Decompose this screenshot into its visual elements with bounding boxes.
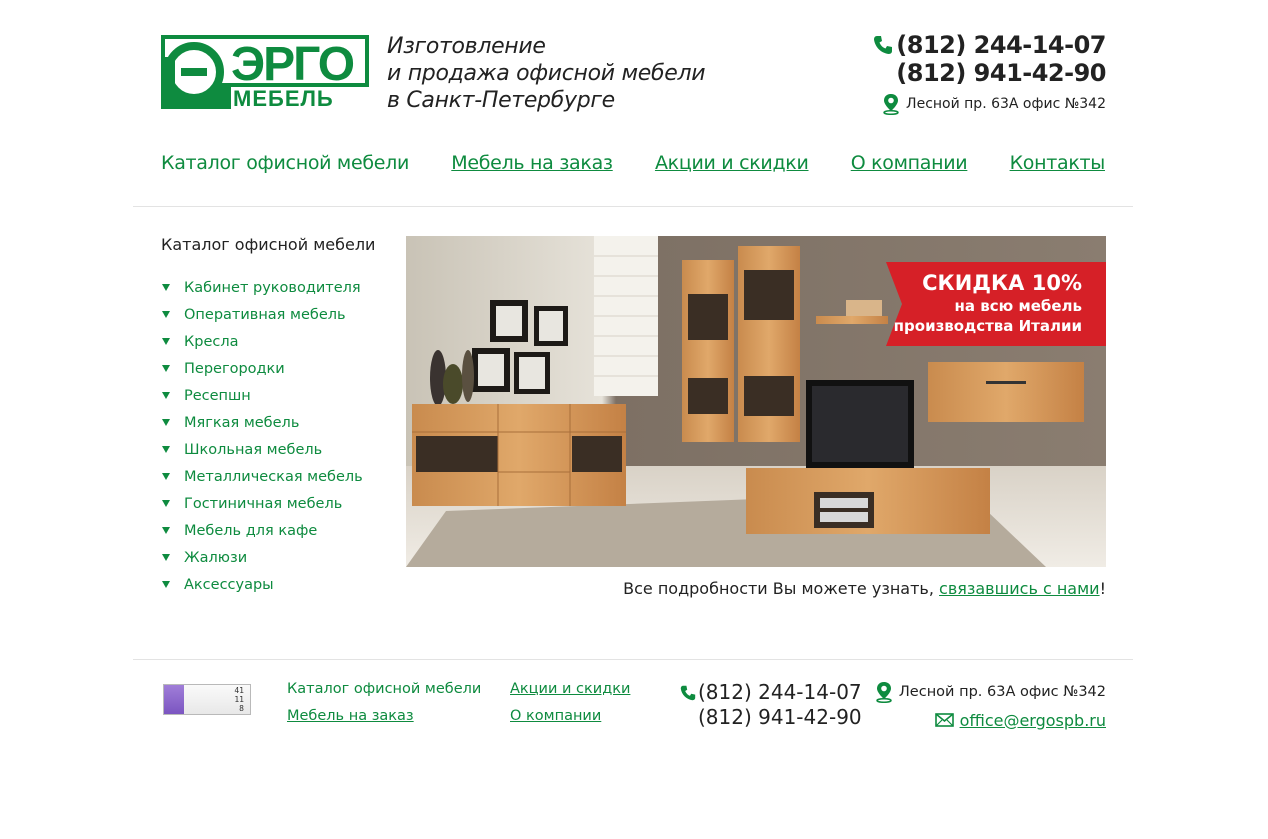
location-pin-icon <box>876 682 892 703</box>
header-address: Лесной пр. 63А офис №342 <box>873 93 1106 115</box>
footer-phones: (812) 244-14-07 (812) 941-42-90 <box>680 680 862 730</box>
details-suffix: ! <box>1099 579 1106 598</box>
page: ЭРГО МЕБЕЛЬ Изготовление и продажа офисн… <box>0 0 1268 839</box>
counter-bar <box>164 685 184 714</box>
tagline-line: Изготовление <box>387 34 546 59</box>
address-text: Лесной пр. 63А офис №342 <box>906 96 1106 112</box>
sidebar-item: Перегородки <box>161 355 363 382</box>
sidebar-menu: Кабинет руководителя Оперативная мебель … <box>161 274 363 598</box>
sidebar-link[interactable]: Жалюзи <box>184 550 247 566</box>
nav-item-contacts[interactable]: Контакты <box>1010 152 1106 174</box>
footer-phone-1[interactable]: (812) 244-14-07 <box>680 680 862 705</box>
triangle-down-icon <box>162 581 170 588</box>
footer-email: office@ergospb.ru <box>875 710 1106 730</box>
triangle-down-icon <box>162 554 170 561</box>
promo-text: СКИДКА 10% на всю мебель производства Ит… <box>894 270 1082 336</box>
sidebar-item: Аксессуары <box>161 571 363 598</box>
counter-views: 41 <box>234 686 244 695</box>
mail-icon <box>934 713 954 727</box>
logo-graphic: ЭРГО МЕБЕЛЬ <box>161 35 369 111</box>
sidebar-link[interactable]: Перегородки <box>184 361 285 377</box>
footer-address: Лесной пр. 63А офис №342 <box>875 682 1106 703</box>
footer-contacts: Лесной пр. 63А офис №342 office@ergospb.… <box>875 682 1106 730</box>
sidebar-link[interactable]: Мягкая мебель <box>184 415 299 431</box>
contact-us-link[interactable]: связавшись с нами <box>939 579 1100 598</box>
phone-icon <box>680 685 696 700</box>
promo-banner[interactable]: СКИДКА 10% на всю мебель производства Ит… <box>406 236 1106 567</box>
nav-item-sales[interactable]: Акции и скидки <box>655 152 809 174</box>
phone-icon <box>874 36 893 54</box>
details-text: Все подробности Вы можете узнать, связав… <box>623 579 1106 598</box>
sidebar-link[interactable]: Ресепшн <box>184 388 251 404</box>
sidebar-item: Школьная мебель <box>161 436 363 463</box>
triangle-down-icon <box>162 527 170 534</box>
sidebar-item: Гостиничная мебель <box>161 490 363 517</box>
triangle-down-icon <box>162 311 170 318</box>
nav-item-catalog[interactable]: Каталог офисной мебели <box>161 152 409 174</box>
sidebar-item: Жалюзи <box>161 544 363 571</box>
footer-link-custom[interactable]: Мебель на заказ <box>287 703 481 730</box>
phone-number: (812) 244-14-07 <box>698 680 862 704</box>
header-contacts: (812) 244-14-07 (812) 941-42-90 Лесной п… <box>873 31 1106 115</box>
sidebar-link[interactable]: Аксессуары <box>184 577 274 593</box>
sidebar-link[interactable]: Кабинет руководителя <box>184 280 361 296</box>
header-phone-2[interactable]: (812) 941-42-90 <box>873 59 1106 87</box>
tagline-line: в Санкт-Петербурге <box>387 88 615 113</box>
details-prefix: Все подробности Вы можете узнать, <box>623 579 940 598</box>
phone-number: (812) 244-14-07 <box>896 31 1106 59</box>
sidebar-item: Металлическая мебель <box>161 463 363 490</box>
phone-number: (812) 941-42-90 <box>698 705 862 729</box>
promo-title: СКИДКА 10% <box>922 271 1082 295</box>
divider <box>133 206 1133 207</box>
sidebar-item: Мебель для кафе <box>161 517 363 544</box>
triangle-down-icon <box>162 473 170 480</box>
footer-links-2: Акции и скидки О компании <box>510 676 630 730</box>
sidebar-item: Ресепшн <box>161 382 363 409</box>
counter-visits: 11 <box>234 695 244 704</box>
tagline: Изготовление и продажа офисной мебели в … <box>387 33 706 114</box>
sidebar-item: Кресла <box>161 328 363 355</box>
location-pin-icon <box>883 94 899 115</box>
triangle-down-icon <box>162 500 170 507</box>
triangle-down-icon <box>162 338 170 345</box>
sidebar-link[interactable]: Кресла <box>184 334 239 350</box>
sidebar-item: Кабинет руководителя <box>161 274 363 301</box>
sidebar-link[interactable]: Металлическая мебель <box>184 469 363 485</box>
sidebar-link[interactable]: Гостиничная мебель <box>184 496 342 512</box>
footer-phone-2[interactable]: (812) 941-42-90 <box>680 705 862 730</box>
main-nav: Каталог офисной мебели Мебель на заказ А… <box>161 152 1105 174</box>
tagline-line: и продажа офисной мебели <box>387 61 706 86</box>
sidebar-link[interactable]: Оперативная мебель <box>184 307 346 323</box>
footer-link-sales[interactable]: Акции и скидки <box>510 676 630 703</box>
logo-text: ЭРГО <box>231 38 354 91</box>
footer-link-about[interactable]: О компании <box>510 703 630 730</box>
footer-links-1: Каталог офисной мебели Мебель на заказ <box>287 676 481 730</box>
phone-number: (812) 941-42-90 <box>896 59 1106 87</box>
triangle-down-icon <box>162 284 170 291</box>
sidebar-title: Каталог офисной мебели <box>161 235 376 254</box>
triangle-down-icon <box>162 392 170 399</box>
visit-counter-badge[interactable]: 41 11 8 <box>163 684 251 715</box>
email-link[interactable]: office@ergospb.ru <box>960 711 1106 730</box>
promo-subtitle: на всю мебель <box>954 297 1082 315</box>
sidebar-link[interactable]: Мебель для кафе <box>184 523 317 539</box>
sidebar-item: Мягкая мебель <box>161 409 363 436</box>
promo-subtitle: производства Италии <box>893 317 1082 335</box>
counter-values: 41 11 8 <box>234 686 244 713</box>
logo[interactable]: ЭРГО МЕБЕЛЬ <box>161 35 369 111</box>
triangle-down-icon <box>162 446 170 453</box>
sidebar-item: Оперативная мебель <box>161 301 363 328</box>
header-phone-1[interactable]: (812) 244-14-07 <box>873 31 1106 59</box>
triangle-down-icon <box>162 419 170 426</box>
address-text: Лесной пр. 63А офис №342 <box>898 684 1106 700</box>
footer-link-catalog[interactable]: Каталог офисной мебели <box>287 676 481 703</box>
sidebar-link[interactable]: Школьная мебель <box>184 442 322 458</box>
divider <box>133 659 1133 660</box>
nav-item-custom[interactable]: Мебель на заказ <box>451 152 613 174</box>
triangle-down-icon <box>162 365 170 372</box>
counter-visitors: 8 <box>239 704 244 713</box>
logo-subtext: МЕБЕЛЬ <box>233 86 334 109</box>
nav-item-about[interactable]: О компании <box>851 152 968 174</box>
